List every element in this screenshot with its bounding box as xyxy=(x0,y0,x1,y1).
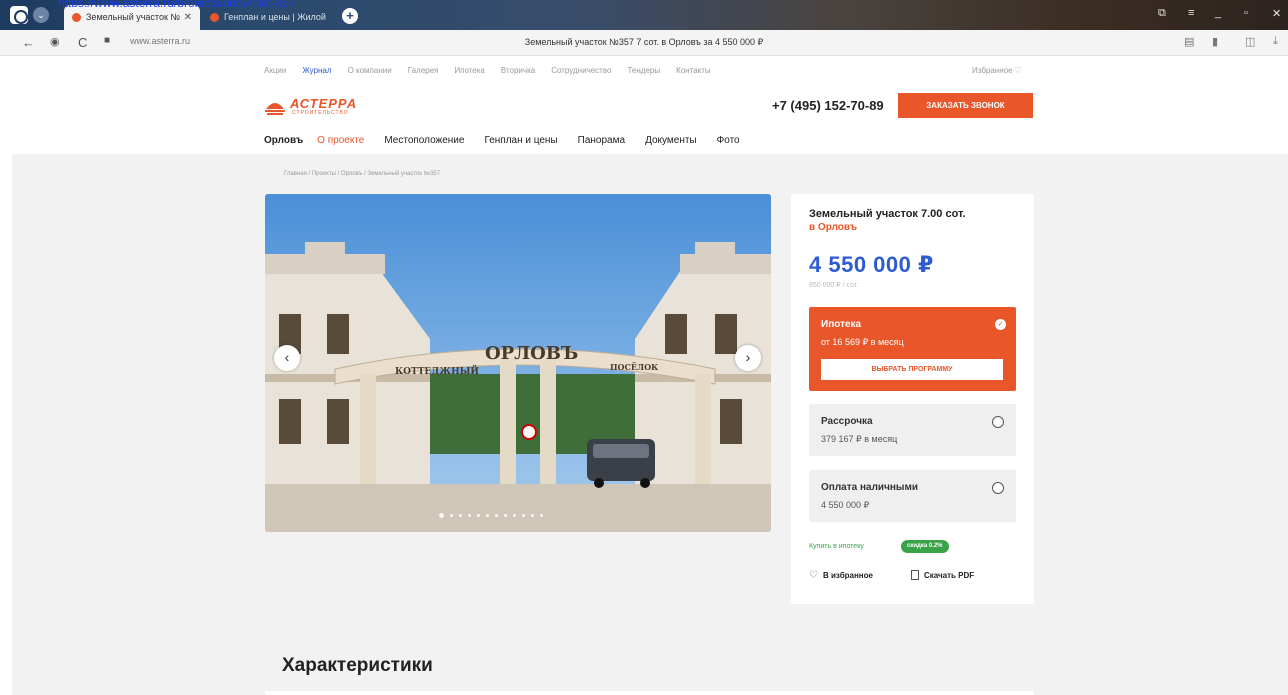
heart-icon: ♡ xyxy=(809,570,818,581)
extensions-icon[interactable]: ◫ xyxy=(1245,35,1255,48)
topnav-item-gallery[interactable]: Галерея xyxy=(408,66,439,75)
order-call-button[interactable]: ЗАКАЗАТЬ ЗВОНОК xyxy=(898,93,1033,118)
new-tab-button[interactable]: + xyxy=(342,8,358,24)
window-restore-icon[interactable]: ⧉ xyxy=(1158,7,1166,20)
logo-subtext: СТРОИТЕЛЬСТВО xyxy=(292,110,349,116)
gallery-dot[interactable] xyxy=(486,514,489,517)
address-bar: ← ◉ C ■ www.asterra.ru Земельный участок… xyxy=(0,30,1288,56)
top-nav: Акции Журнал О компании Галерея Ипотека … xyxy=(264,66,727,75)
site-header: Акции Журнал О компании Галерея Ипотека … xyxy=(12,57,1288,154)
project-nav-genplan[interactable]: Генплан и цены xyxy=(484,135,557,146)
gallery-dot[interactable] xyxy=(504,514,507,517)
project-nav-photo[interactable]: Фото xyxy=(717,135,740,146)
site-logo[interactable]: АСТЕРРА СТРОИТЕЛЬСТВО xyxy=(264,93,374,121)
close-icon[interactable]: ✕ xyxy=(184,5,192,30)
project-nav-panorama[interactable]: Панорама xyxy=(578,135,625,146)
project-nav-brand[interactable]: Орловъ xyxy=(264,135,303,146)
topnav-item-contacts[interactable]: Контакты xyxy=(676,66,711,75)
favorites-label: В избранное xyxy=(823,571,873,580)
payment-option-cash[interactable]: Оплата наличными 4 550 000 ₽ xyxy=(809,470,1016,522)
photo-gallery[interactable]: КОТТЕДЖНЫЙ ОРЛОВЪ ПОСЁЛОК ‹ › xyxy=(265,194,771,532)
payment-option-mortgage[interactable]: Ипотека от 16 569 ₽ в месяц ✓ ВЫБРАТЬ ПР… xyxy=(809,307,1016,391)
page-title: Земельный участок №357 7 сот. в Орловъ з… xyxy=(524,37,764,47)
arch-text-center: ОРЛОВЪ xyxy=(485,343,578,364)
maximize-icon[interactable]: ▫ xyxy=(1244,7,1248,19)
browser-logo-icon[interactable] xyxy=(10,6,28,24)
radio-button[interactable] xyxy=(992,416,1004,428)
tab-genplan[interactable]: Генплан и цены | Жилой xyxy=(202,5,332,30)
characteristics-heading: Характеристики xyxy=(282,655,433,676)
menu-icon[interactable]: ≡ xyxy=(1188,7,1194,19)
gallery-dot[interactable] xyxy=(459,514,462,517)
plot-title: Земельный участок 7.00 сот. xyxy=(809,208,966,220)
gallery-dot[interactable] xyxy=(495,514,498,517)
arch-text-right: ПОСЁЛОК xyxy=(610,362,659,372)
check-icon: ✓ xyxy=(995,319,1006,330)
plot-price: 4 550 000 ₽ xyxy=(809,252,934,277)
gallery-dot[interactable] xyxy=(513,514,516,517)
tab-label: Генплан и цены | Жилой xyxy=(224,12,326,22)
option-subtitle: от 16 569 ₽ в месяц xyxy=(821,337,904,347)
top-link[interactable]: https://www.asterra.ru/projects/orlov/pl… xyxy=(58,0,295,7)
price-per-sotka: 650 000 ₽ / сот. xyxy=(809,282,859,289)
topnav-item-about[interactable]: О компании xyxy=(348,66,392,75)
buy-with-mortgage-link[interactable]: Купить в ипотеку xyxy=(809,543,864,550)
tab-label: Земельный участок № xyxy=(86,12,181,22)
gallery-dot[interactable] xyxy=(531,514,534,517)
breadcrumb[interactable]: Главная / Проекты / Орловъ / Земельный у… xyxy=(284,171,440,177)
pdf-label: Скачать PDF xyxy=(924,571,975,580)
gallery-dot[interactable] xyxy=(439,513,444,518)
payment-option-installment[interactable]: Рассрочка 379 167 ₽ в месяц xyxy=(809,404,1016,456)
download-icon[interactable]: ⤓ xyxy=(1273,35,1278,48)
option-subtitle: 4 550 000 ₽ xyxy=(821,500,870,510)
topnav-item-cooperation[interactable]: Сотрудничество xyxy=(551,66,611,75)
window-close-icon[interactable]: ✕ xyxy=(1272,7,1281,20)
topnav-item-secondary[interactable]: Вторичка xyxy=(501,66,535,75)
plot-location[interactable]: в Орловъ xyxy=(809,222,857,233)
tab-plot-357[interactable]: Земельный участок № ✕ xyxy=(64,5,200,30)
project-nav-location[interactable]: Местоположение xyxy=(384,135,464,146)
logo-text: АСТЕРРА xyxy=(290,96,358,111)
gallery-dot[interactable] xyxy=(477,514,480,517)
price-card: Земельный участок 7.00 сот. в Орловъ 4 5… xyxy=(791,194,1034,604)
add-to-favorites-button[interactable]: ♡ В избранное xyxy=(809,570,873,581)
reader-icon[interactable]: ▤ xyxy=(1184,35,1194,48)
option-title: Оплата наличными xyxy=(821,482,919,493)
bookmark-icon[interactable]: ▮ xyxy=(1212,35,1218,48)
option-subtitle: 379 167 ₽ в месяц xyxy=(821,434,898,444)
gallery-photo: КОТТЕДЖНЫЙ ОРЛОВЪ ПОСЁЛОК xyxy=(265,194,771,532)
logo-sun-icon xyxy=(265,103,285,115)
site-favicon-icon xyxy=(210,13,219,22)
gallery-pagination xyxy=(439,513,543,518)
project-nav-documents[interactable]: Документы xyxy=(645,135,697,146)
project-nav: Орловъ О проекте Местоположение Генплан … xyxy=(264,135,760,146)
gallery-dot[interactable] xyxy=(450,514,453,517)
favorites-link[interactable]: Избранное ♡ xyxy=(972,66,1022,75)
topnav-item-tenders[interactable]: Тендеры xyxy=(627,66,660,75)
option-title: Рассрочка xyxy=(821,416,873,427)
gallery-next-button[interactable]: › xyxy=(735,345,761,371)
minimize-icon[interactable]: _ xyxy=(1215,7,1221,19)
gallery-prev-button[interactable]: ‹ xyxy=(274,345,300,371)
page: Акции Журнал О компании Галерея Ипотека … xyxy=(12,57,1288,695)
gallery-dot[interactable] xyxy=(540,514,543,517)
browser-menu-icon[interactable]: ⌄ xyxy=(33,7,49,23)
characteristics-panel xyxy=(265,691,1034,695)
site-favicon-icon xyxy=(72,13,81,22)
gallery-dot[interactable] xyxy=(522,514,525,517)
gallery-dot[interactable] xyxy=(468,514,471,517)
choose-program-button[interactable]: ВЫБРАТЬ ПРОГРАММУ xyxy=(821,359,1003,380)
topnav-item-akcii[interactable]: Акции xyxy=(264,66,286,75)
radio-button[interactable] xyxy=(992,482,1004,494)
discount-badge: скидка 0.2% xyxy=(901,540,949,553)
option-title: Ипотека xyxy=(821,319,862,330)
download-pdf-button[interactable]: Скачать PDF xyxy=(911,570,974,580)
document-icon xyxy=(911,570,919,580)
project-nav-about[interactable]: О проекте xyxy=(317,135,364,146)
topnav-item-journal[interactable]: Журнал xyxy=(302,66,331,75)
topnav-item-mortgage[interactable]: Ипотека xyxy=(454,66,485,75)
phone-number[interactable]: +7 (495) 152-70-89 xyxy=(772,98,884,113)
